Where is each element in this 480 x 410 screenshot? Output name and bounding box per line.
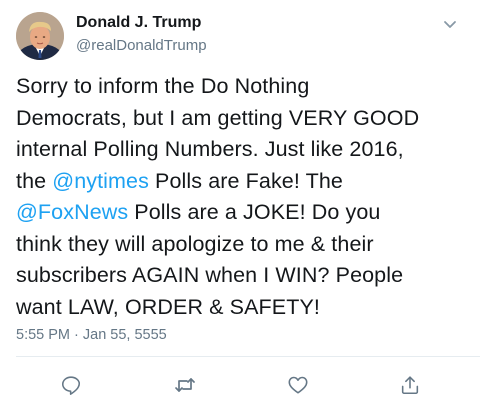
chevron-down-icon[interactable] — [440, 14, 460, 34]
retweet-button[interactable] — [171, 371, 199, 399]
heart-icon — [288, 376, 308, 394]
handle[interactable]: @realDonaldTrump — [76, 37, 207, 54]
mention-nytimes[interactable]: @nytimes — [52, 169, 149, 193]
reply-button[interactable] — [57, 371, 85, 399]
tweet-card: Donald J. Trump @realDonaldTrump Sorry t… — [0, 0, 480, 410]
tweet-line: subscribers AGAIN when I WIN? People — [16, 263, 404, 287]
tweet-line: Democrats, but I am getting VERY GOOD — [16, 105, 420, 130]
tweet-line: internal Polling Numbers. Just like 2016… — [16, 137, 404, 161]
timestamp[interactable]: 5:55 PM · Jan 55, 5555 — [16, 327, 167, 343]
mention-foxnews[interactable]: @FoxNews — [16, 200, 128, 224]
share-button[interactable] — [396, 371, 424, 399]
reply-icon — [61, 376, 81, 395]
tweet-text: Sorry to inform the Do Nothing Democrats,… — [16, 71, 471, 323]
tweet-line: want LAW, ORDER & SAFETY! — [16, 294, 320, 319]
divider — [16, 356, 480, 357]
tweet-line: the — [16, 168, 53, 193]
share-icon — [401, 376, 419, 395]
avatar[interactable] — [16, 12, 64, 60]
avatar-image — [16, 12, 64, 60]
action-bar — [0, 371, 480, 399]
tweet-line: Polls are a JOKE! Do you — [128, 200, 381, 224]
display-name[interactable]: Donald J. Trump — [76, 14, 201, 32]
tweet-line: Polls are Fake! The — [148, 168, 343, 193]
tweet-line: think they will apologize to me & their — [16, 231, 374, 256]
retweet-icon — [175, 378, 195, 392]
like-button[interactable] — [284, 371, 312, 399]
tweet-line: Sorry to inform the Do Nothing — [16, 74, 310, 98]
